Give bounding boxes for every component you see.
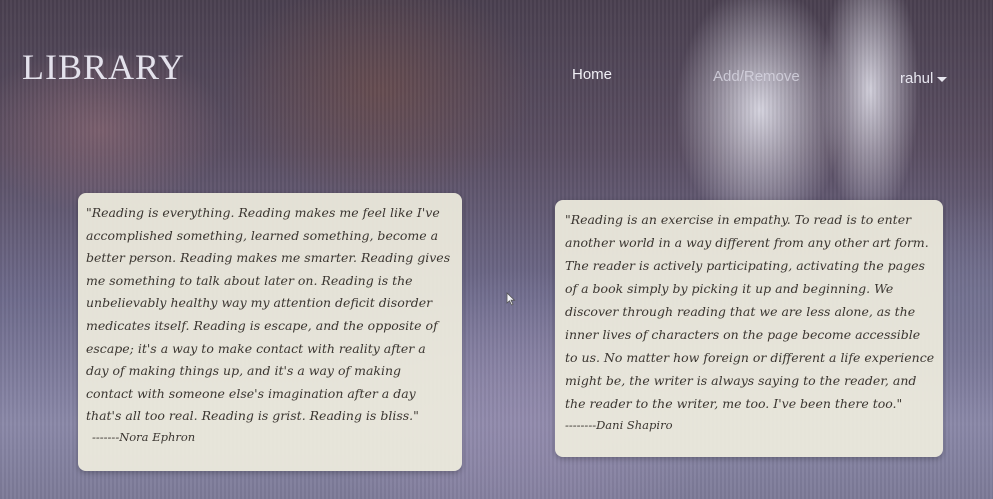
quote-text: "Reading is an exercise in empathy. To r… [565, 212, 935, 411]
quote-card-dani-shapiro: "Reading is an exercise in empathy. To r… [555, 200, 943, 457]
mouse-cursor-icon [506, 292, 516, 306]
quote-author: --------Dani Shapiro [565, 418, 673, 432]
nav-add-remove-link[interactable]: Add/Remove [713, 68, 800, 85]
navbar: LIBRARY Home Add/Remove rahul [0, 0, 993, 140]
quote-text: "Reading is everything. Reading makes me… [86, 205, 451, 424]
brand-logo[interactable]: LIBRARY [22, 46, 185, 88]
user-name: rahul [900, 70, 934, 87]
quote-card-nora-ephron: "Reading is everything. Reading makes me… [78, 193, 462, 471]
user-menu-dropdown[interactable]: rahul [900, 70, 948, 87]
nav-home-link[interactable]: Home [572, 66, 612, 83]
quote-author: -------Nora Ephron [92, 429, 196, 444]
caret-down-icon [937, 77, 948, 82]
